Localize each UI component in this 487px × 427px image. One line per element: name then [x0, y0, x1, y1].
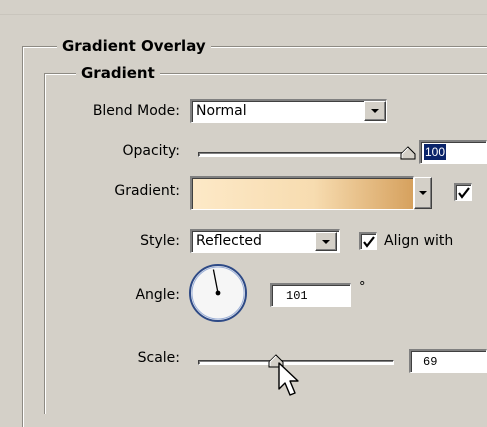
opacity-value: 100 [424, 144, 447, 160]
angle-value: 101 [286, 289, 308, 303]
scale-input[interactable]: 69 [409, 349, 487, 373]
gradient-label: Gradient: [114, 183, 180, 199]
group-title: Gradient [76, 64, 160, 82]
blend-mode-dropdown-button[interactable] [364, 101, 386, 121]
checkmark-icon [458, 187, 470, 199]
reverse-checkbox[interactable] [454, 183, 472, 201]
window-top-band [0, 0, 487, 15]
degree-symbol: ° [359, 280, 366, 295]
style-dropdown-button[interactable] [315, 232, 337, 251]
blend-mode-value: Normal [196, 103, 247, 119]
opacity-slider-track[interactable] [198, 152, 408, 157]
scale-value: 69 [423, 355, 438, 369]
checkmark-icon [363, 236, 375, 248]
align-with-label[interactable]: Align with [384, 232, 453, 250]
chevron-down-icon [371, 109, 379, 113]
blend-mode-label: Blend Mode: [92, 103, 180, 119]
gradient-dropdown-button[interactable] [414, 177, 432, 209]
chevron-down-icon [419, 191, 427, 195]
style-select[interactable]: Reflected [190, 229, 340, 253]
blend-mode-select[interactable]: Normal [190, 99, 387, 123]
mouse-pointer-icon [278, 362, 299, 396]
opacity-input[interactable]: 100 [419, 140, 487, 164]
angle-dial[interactable] [187, 262, 249, 324]
opacity-slider-thumb[interactable] [400, 146, 416, 160]
angle-label: Angle: [135, 287, 180, 303]
chevron-down-icon [322, 239, 330, 244]
opacity-label: Opacity: [122, 143, 180, 159]
gradient-picker[interactable] [190, 176, 414, 210]
style-label: Style: [140, 233, 180, 249]
section-title: Gradient Overlay [57, 37, 211, 55]
scale-label: Scale: [137, 350, 180, 366]
style-value: Reflected [196, 233, 262, 249]
align-with-layer-checkbox[interactable] [359, 232, 377, 250]
angle-input[interactable]: 101 [270, 283, 351, 307]
